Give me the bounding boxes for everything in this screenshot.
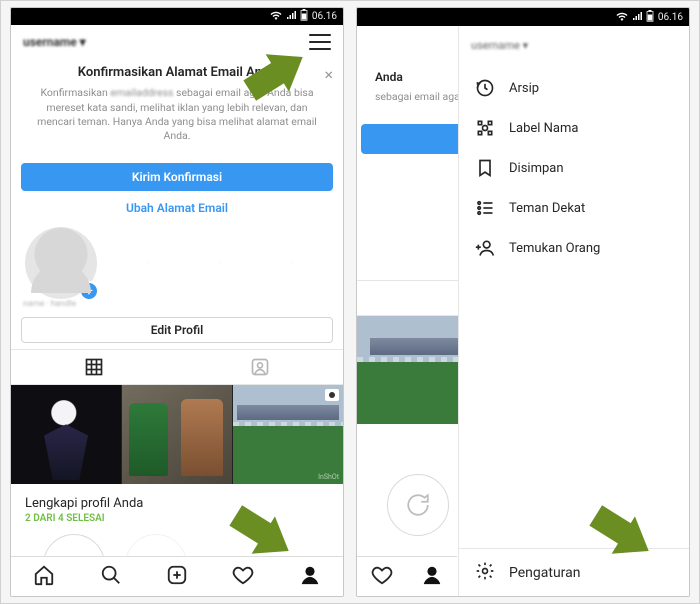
username-sub: name · handle [11,299,343,309]
signal-icon [632,11,642,24]
menu-label: Arsip [509,81,539,96]
status-bar: 06.16 [357,8,689,26]
camera-icon [325,389,339,401]
phone-left: 06.16 username ▾ × Konfirmasikan Alamat … [10,7,344,597]
nav-profile-icon[interactable] [421,564,443,590]
tab-tagged[interactable] [177,350,343,384]
profile-summary: + ··· [11,223,343,301]
nav-activity-icon[interactable] [371,564,393,590]
phone-right: 06.16 Anda sebagai email agar yang lebih… [356,7,690,597]
username-label[interactable]: username ▾ [23,35,86,49]
post-thumb[interactable]: InShOt [233,385,343,484]
menu-item-close-friends[interactable]: Teman Dekat [459,188,689,228]
side-menu-list: Arsip Label Nama Disimpan [459,64,689,548]
posts-grid: InShOt [11,385,343,484]
edit-profile-button[interactable]: Edit Profil [21,317,333,343]
tab-tagged[interactable] [407,281,459,315]
post-thumb[interactable] [122,385,233,484]
side-menu-panel: username ▾ Arsip Label Nama [459,26,689,596]
menu-item-archive[interactable]: Arsip [459,68,689,108]
menu-label: Teman Dekat [509,201,585,216]
gear-icon [475,561,495,585]
bookmark-icon [475,158,495,178]
battery-icon [300,9,308,24]
nav-add-icon[interactable] [166,564,188,590]
archive-icon [475,78,495,98]
banner-body-partial: sebagai email agar yang lebih relevan, m… [375,90,459,104]
banner-title-partial: Anda [375,70,459,84]
bottom-nav [11,556,343,596]
status-bar: 06.16 [11,8,343,25]
complete-card[interactable] [387,474,449,536]
wifi-icon [270,10,282,23]
menu-item-discover[interactable]: Temukan Orang [459,228,689,268]
wifi-icon [616,11,628,24]
nav-profile-icon[interactable] [299,564,321,590]
side-menu-header: username ▾ [459,26,689,64]
send-confirmation-button[interactable]: Kirim Konfirmasi [21,163,333,191]
status-time: 06.16 [658,12,683,23]
post-thumb[interactable]: InShOt [357,316,459,424]
background-profile-strip: Anda sebagai email agar yang lebih relev… [357,26,459,596]
menu-icon[interactable] [309,34,331,50]
menu-item-nametag[interactable]: Label Nama [459,108,689,148]
profile-tabs [11,349,343,385]
close-icon[interactable]: × [324,65,333,84]
nametag-icon [475,118,495,138]
signal-icon [286,10,296,23]
watermark: InShOt [318,473,339,481]
nav-activity-icon[interactable] [232,564,254,590]
post-thumb[interactable] [11,385,122,484]
list-icon [475,198,495,218]
username-label: username ▾ [471,39,528,52]
nav-search-icon[interactable] [100,564,122,590]
banner-body: Konfirmasikan emailaddress sebagai email… [29,86,325,143]
menu-label: Label Nama [509,121,578,136]
avatar[interactable]: + [25,227,97,299]
add-person-icon [475,238,495,258]
menu-label: Temukan Orang [509,241,600,256]
status-time: 06.16 [312,11,337,22]
menu-label: Disimpan [509,161,564,176]
menu-item-settings[interactable]: Pengaturan [459,548,689,596]
nav-home-icon[interactable] [33,564,55,590]
add-story-icon[interactable]: + [79,281,99,301]
change-email-link[interactable]: Ubah Alamat Email [11,195,343,223]
complete-title: Lengkapi profil Anda [25,496,329,511]
tab-grid[interactable] [11,350,177,384]
menu-item-saved[interactable]: Disimpan [459,148,689,188]
profile-stats: ··· [111,256,329,269]
settings-label: Pengaturan [509,565,581,581]
battery-icon [646,10,654,25]
